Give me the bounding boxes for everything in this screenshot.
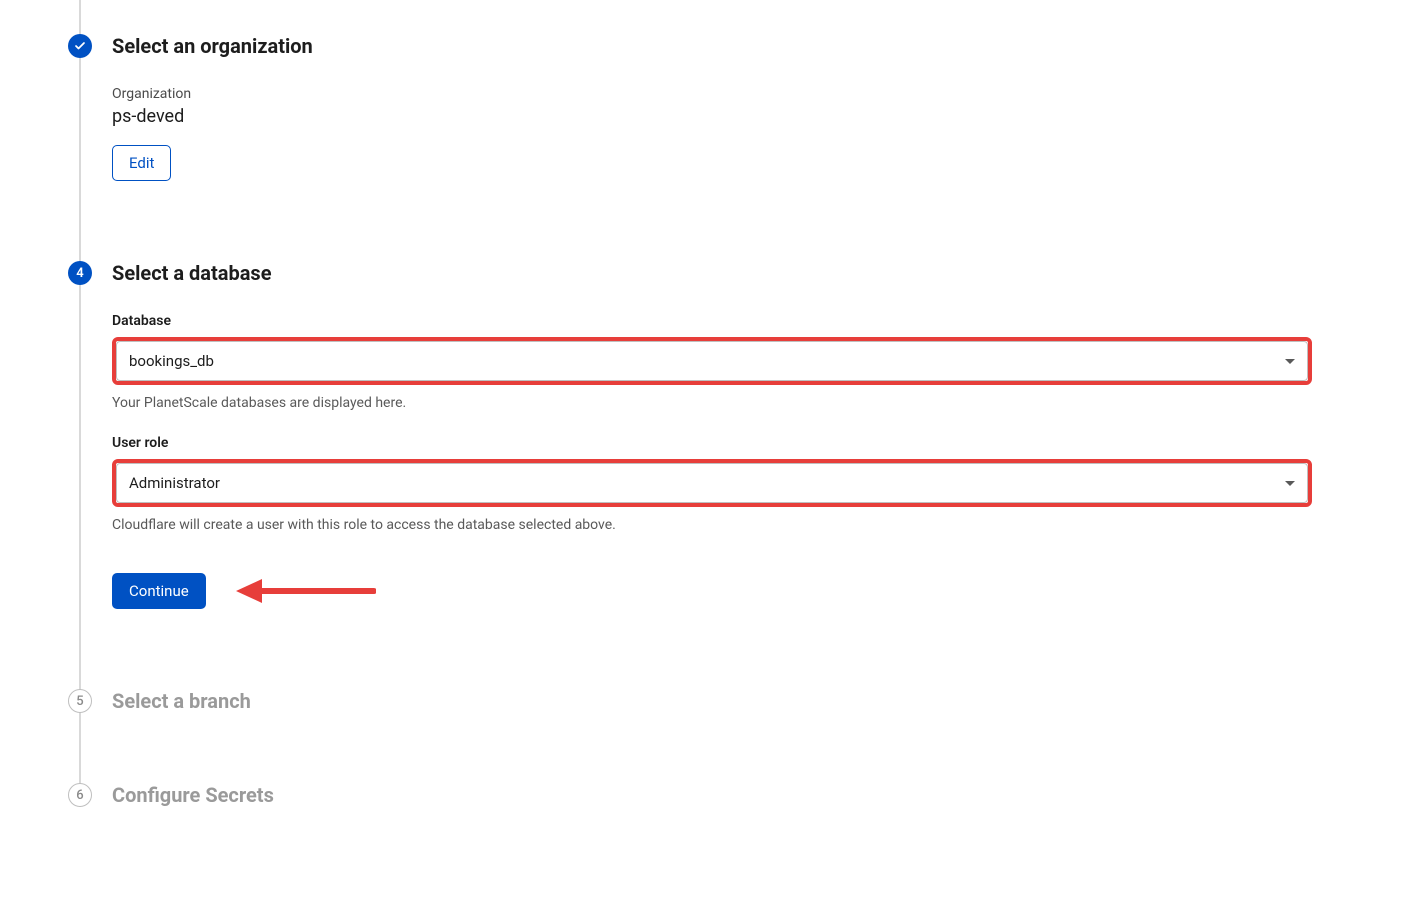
setup-wizard: Select an organization Organization ps-d…: [0, 0, 1402, 807]
step-title-secrets: Configure Secrets: [112, 783, 1312, 807]
database-select-value: bookings_db: [129, 352, 214, 370]
organization-value: ps-deved: [112, 106, 1312, 127]
annotation-arrow-icon: [226, 573, 376, 609]
edit-button[interactable]: Edit: [112, 145, 171, 181]
step-select-database: 4 Select a database Database bookings_db…: [80, 261, 1312, 609]
chevron-down-icon: [1285, 359, 1295, 364]
step-marker-completed: [68, 34, 92, 58]
step-title-database: Select a database: [112, 261, 1312, 285]
step-marker-5: 5: [68, 689, 92, 713]
step-marker-6: 6: [68, 783, 92, 807]
user-role-select[interactable]: Administrator: [116, 463, 1308, 503]
step-title-organization: Select an organization: [112, 34, 1312, 58]
step-select-branch: 5 Select a branch: [80, 689, 1312, 713]
step-configure-secrets: 6 Configure Secrets: [80, 783, 1312, 807]
chevron-down-icon: [1285, 481, 1295, 486]
role-help-text: Cloudflare will create a user with this …: [112, 517, 1312, 533]
database-label: Database: [112, 313, 1312, 329]
database-select[interactable]: bookings_db: [116, 341, 1308, 381]
step-select-organization: Select an organization Organization ps-d…: [80, 10, 1312, 181]
user-role-label: User role: [112, 435, 1312, 451]
database-field-group: Database bookings_db Your PlanetScale da…: [112, 313, 1312, 411]
database-help-text: Your PlanetScale databases are displayed…: [112, 395, 1312, 411]
user-role-select-value: Administrator: [129, 474, 220, 492]
continue-button[interactable]: Continue: [112, 573, 206, 609]
check-icon: [74, 40, 86, 52]
step-marker-4: 4: [68, 261, 92, 285]
step-title-branch: Select a branch: [112, 689, 1312, 713]
continue-row: Continue: [112, 573, 1312, 609]
role-highlight: Administrator: [112, 459, 1312, 507]
organization-label: Organization: [112, 86, 1312, 102]
role-field-group: User role Administrator Cloudflare will …: [112, 435, 1312, 533]
database-highlight: bookings_db: [112, 337, 1312, 385]
